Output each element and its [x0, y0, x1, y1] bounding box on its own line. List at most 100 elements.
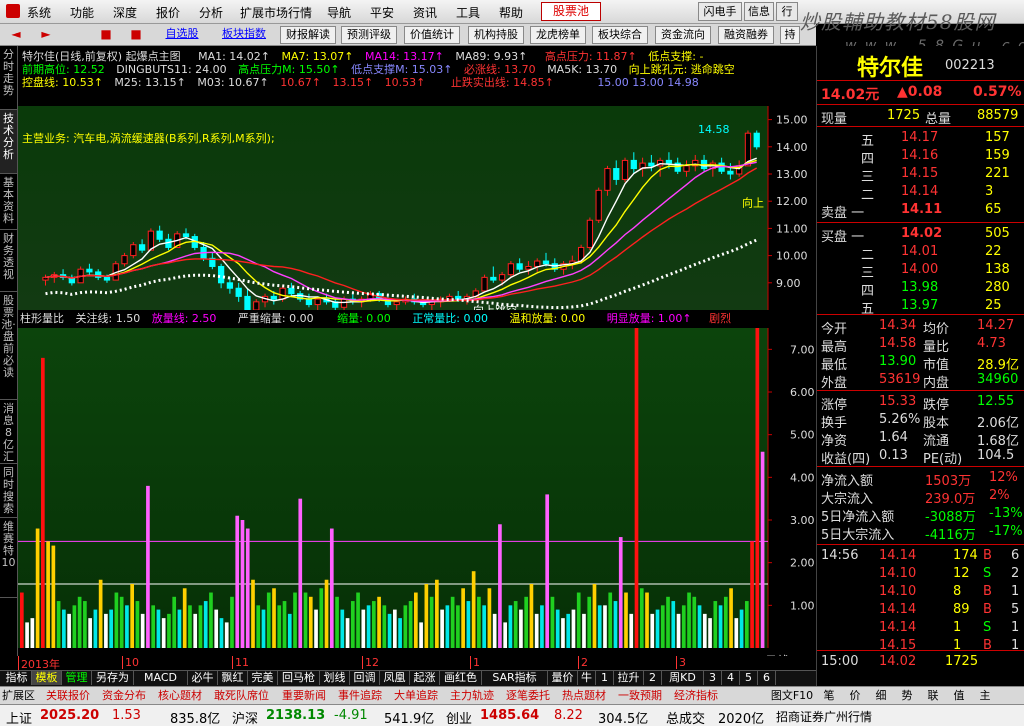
- tab-fundamentals[interactable]: 基本资料: [0, 174, 17, 230]
- feature-tab[interactable]: 主力轨迹: [450, 688, 506, 704]
- stop-icon[interactable]: ■: [94, 27, 118, 43]
- feature-tab[interactable]: 资金分布: [102, 688, 158, 704]
- quote-panel-tab[interactable]: 联: [920, 688, 946, 704]
- feature-tab[interactable]: 关联报价: [46, 688, 102, 704]
- tick-side: S: [983, 566, 992, 581]
- indicator-tab[interactable]: 凤凰: [380, 671, 410, 685]
- feature-tab[interactable]: 重要新闻: [282, 688, 338, 704]
- indicator-tab[interactable]: MACD: [134, 671, 188, 685]
- buy-volume: 22: [985, 244, 1002, 259]
- quote-panel-tab[interactable]: 笔: [816, 688, 842, 704]
- stat-label: 最高: [821, 340, 848, 355]
- indicator-tab[interactable]: 2: [644, 671, 662, 685]
- indicator-tab[interactable]: 周KD: [662, 671, 704, 685]
- volume-bar: [335, 596, 339, 648]
- indicator-tab[interactable]: 指标: [2, 671, 32, 685]
- indicator-tab[interactable]: 起涨: [410, 671, 440, 685]
- quote-panel-tab[interactable]: 值: [946, 688, 972, 704]
- quote-panel-tab[interactable]: 主: [972, 688, 998, 704]
- back-arrow-icon[interactable]: ◄: [4, 27, 28, 43]
- menu-tools[interactable]: 工具: [456, 4, 480, 21]
- feature-tab[interactable]: 扩展区: [2, 688, 46, 704]
- indicator-tab[interactable]: 3: [704, 671, 722, 685]
- menu-navigate[interactable]: 导航: [327, 4, 351, 21]
- sector-index-link[interactable]: 板块指数: [216, 26, 272, 44]
- indicator-tab[interactable]: SAR指标: [482, 671, 548, 685]
- feature-tab[interactable]: 逐笔委托: [506, 688, 562, 704]
- watchlist-link[interactable]: 自选股: [160, 26, 204, 44]
- indicator-tab[interactable]: 飘红: [218, 671, 248, 685]
- feature-tab[interactable]: 大单追踪: [394, 688, 450, 704]
- feature-tab[interactable]: 事件追踪: [338, 688, 394, 704]
- menu-pingan[interactable]: 平安: [370, 4, 394, 21]
- last-tick-vol: 1725: [945, 654, 979, 669]
- quote-button[interactable]: 行: [776, 2, 798, 21]
- institution-button[interactable]: 机构持股: [468, 26, 524, 44]
- menu-ext-market[interactable]: 扩展市场行情: [240, 4, 312, 21]
- forward-arrow-icon[interactable]: ►: [34, 27, 58, 43]
- indicator-tab[interactable]: 量价: [548, 671, 578, 685]
- quote-panel-tab[interactable]: 势: [894, 688, 920, 704]
- indicator-tab[interactable]: 划线: [320, 671, 350, 685]
- tab-vsat[interactable]: 维赛特10: [0, 518, 17, 598]
- divider: [817, 104, 1024, 105]
- stat-row: 最高 14.58 量比 4.73: [817, 336, 1024, 355]
- volume-ratio-chart[interactable]: 1.00 2.00 3.00 4.00 5.00 6.00 7.00: [18, 328, 816, 654]
- stop2-icon[interactable]: ■: [124, 27, 148, 43]
- vol-name: 柱形量比: [20, 312, 64, 325]
- quote-panel-tab[interactable]: 图文F10: [768, 688, 816, 704]
- indicator-tab[interactable]: 模板: [32, 671, 62, 685]
- margin-button[interactable]: 融资融券: [718, 26, 774, 44]
- menu-news[interactable]: 资讯: [413, 4, 437, 21]
- tab-finance[interactable]: 财务透视: [0, 230, 17, 292]
- sell-price: 14.17: [901, 130, 939, 145]
- indicator-tab[interactable]: 1: [596, 671, 614, 685]
- feature-tab[interactable]: 一致预期: [618, 688, 674, 704]
- value-stats-button[interactable]: 价值统计: [404, 26, 460, 44]
- buy-row: 二 14.01 22: [817, 244, 1024, 263]
- dragon-tiger-button[interactable]: 龙虎榜单: [530, 26, 586, 44]
- tab-technical[interactable]: 技术分析: [0, 110, 17, 174]
- menu-analysis[interactable]: 分析: [199, 4, 223, 21]
- menu-depth[interactable]: 深度: [113, 4, 137, 21]
- broker-name[interactable]: 招商证券广州行情: [776, 708, 872, 725]
- sector-overview-button[interactable]: 板块综合: [592, 26, 648, 44]
- indicator-tab[interactable]: 6: [758, 671, 776, 685]
- earnings-button[interactable]: 财报解读: [280, 26, 336, 44]
- indicator-tab[interactable]: 5: [740, 671, 758, 685]
- indicator-tab[interactable]: 回调: [350, 671, 380, 685]
- indicator-tab[interactable]: 画红色: [440, 671, 482, 685]
- tab-news[interactable]: 消息8亿汇: [0, 400, 17, 464]
- feature-tab[interactable]: 核心题材: [158, 688, 214, 704]
- tab-intraday[interactable]: 分时走势: [0, 46, 17, 110]
- quote-panel-tab[interactable]: 细: [868, 688, 894, 704]
- tab-search[interactable]: 同时搜索: [0, 464, 17, 518]
- quote-panel-tab[interactable]: 价: [842, 688, 868, 704]
- indicator-tab[interactable]: 拉升: [614, 671, 644, 685]
- feature-tab[interactable]: 经济指标: [674, 688, 730, 704]
- menu-system[interactable]: 系统: [27, 4, 51, 21]
- sell-volume: 3: [985, 184, 994, 199]
- menu-function[interactable]: 功能: [70, 4, 94, 21]
- fund-flow-button[interactable]: 资金流向: [655, 26, 711, 44]
- holdings-button[interactable]: 持: [780, 26, 800, 44]
- flash-trade-button[interactable]: 闪电手: [698, 2, 742, 21]
- indicator-tab[interactable]: 牛: [578, 671, 596, 685]
- indicator-tab[interactable]: 必牛: [188, 671, 218, 685]
- indicator-tab[interactable]: 4: [722, 671, 740, 685]
- feature-tab[interactable]: 热点题材: [562, 688, 618, 704]
- annotation-gap: 向上跳空: [473, 303, 517, 310]
- indicator-tab[interactable]: 回马枪: [278, 671, 320, 685]
- menu-quote[interactable]: 报价: [156, 4, 180, 21]
- indicator-tab[interactable]: 管理: [62, 671, 92, 685]
- stock-pool-button[interactable]: 股票池: [541, 2, 601, 21]
- volume-bar: [140, 613, 145, 648]
- rating-button[interactable]: 预测评级: [341, 26, 397, 44]
- indicator-tab[interactable]: 另存为: [92, 671, 134, 685]
- feature-tab[interactable]: 敢死队席位: [214, 688, 282, 704]
- indicator-tab[interactable]: 完美: [248, 671, 278, 685]
- volume-bar: [156, 609, 161, 648]
- info-button[interactable]: 信息: [744, 2, 774, 21]
- menu-help[interactable]: 帮助: [499, 4, 523, 21]
- tab-stock-pool[interactable]: 股票池·盘前必读: [0, 292, 17, 400]
